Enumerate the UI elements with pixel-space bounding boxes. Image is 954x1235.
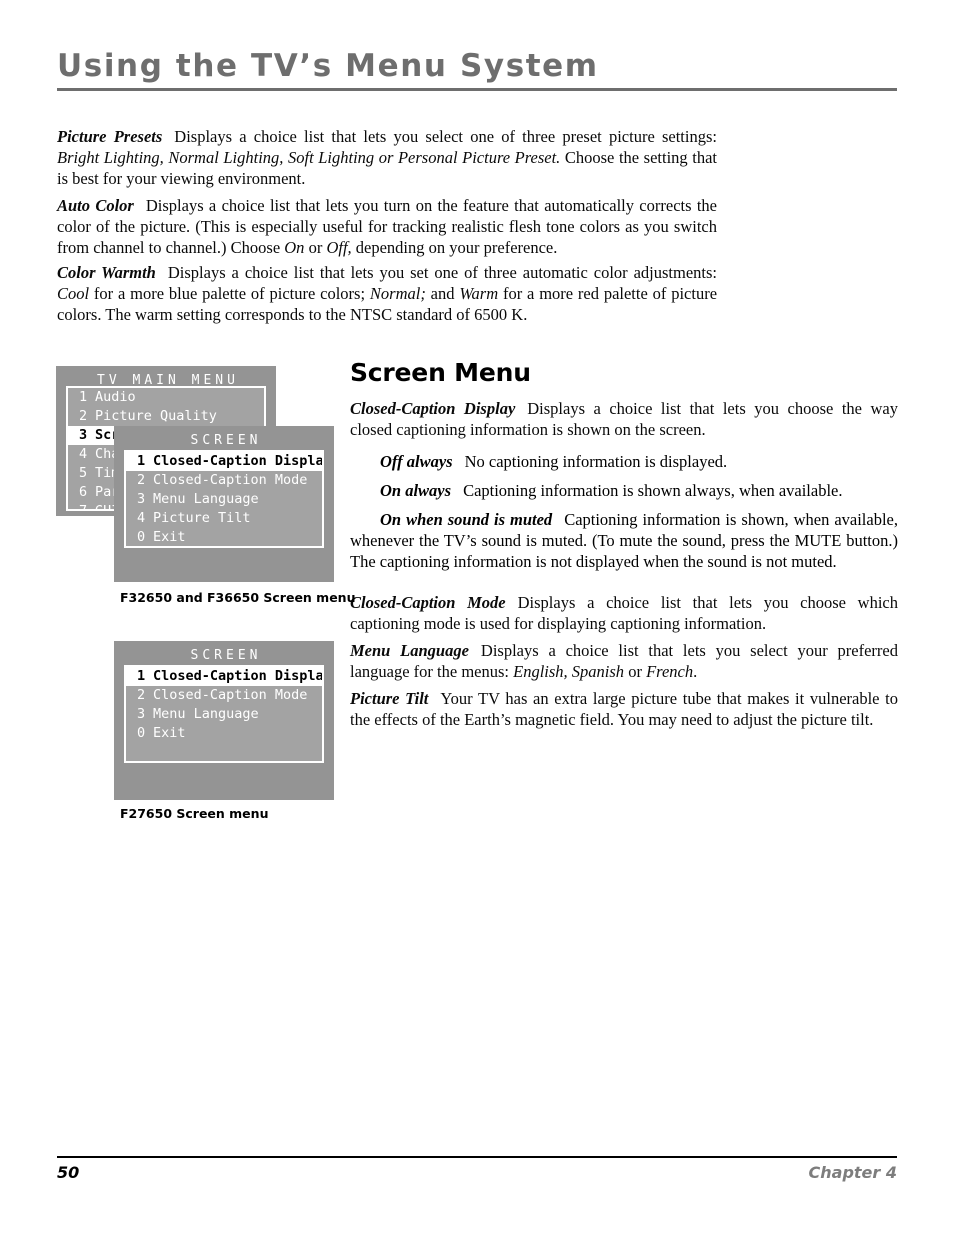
item-label: Picture Tilt xyxy=(153,510,251,526)
paragraph-text: . xyxy=(693,662,698,681)
item-number: 3 xyxy=(137,491,146,507)
screen-menu-item-menu-language[interactable]: 3 Menu Language xyxy=(126,705,322,724)
screen-menu-panel: 1 Closed-Caption Display 2 Closed-Caption … xyxy=(124,450,324,548)
item-number: 2 xyxy=(79,408,88,424)
section-heading-screen-menu: Screen Menu xyxy=(350,358,531,387)
item-number: 3 xyxy=(137,706,146,722)
item-label: Picture Quality xyxy=(95,408,217,424)
term-picture-tilt: Picture Tilt xyxy=(350,689,429,708)
paragraph-closed-caption-display: Closed-Caption Display Displays a choice … xyxy=(350,398,898,440)
item-label: Menu Language xyxy=(153,706,259,722)
paragraph-text: or xyxy=(304,238,327,257)
item-number: 4 xyxy=(79,446,88,462)
term-picture-presets: Picture Presets xyxy=(57,127,163,146)
item-label: Closed-Caption Display xyxy=(153,453,324,469)
term-closed-caption-display: Closed-Caption Display xyxy=(350,399,516,418)
term-on-when-sound-is-muted: On when sound is muted xyxy=(380,510,553,529)
paragraph-italic: Cool xyxy=(57,284,90,303)
paragraph-italic: Bright Lighting, Normal Lighting, Soft L… xyxy=(57,148,561,167)
paragraph-italic: French xyxy=(646,662,694,681)
title-divider xyxy=(57,88,897,91)
screen-menu-item-exit[interactable]: 0 Exit xyxy=(126,724,322,743)
screen-menu-panel-f27650: 1 Closed-Caption Display 2 Closed-Caption … xyxy=(124,665,324,763)
paragraph-picture-presets: Picture Presets Displays a choice list th… xyxy=(57,126,717,189)
screen-menu-heading: SCREEN xyxy=(190,433,262,448)
screen-menu-box-f27650: SCREEN 1 Closed-Caption Display 2 Closed-C… xyxy=(114,641,334,800)
paragraph-italic: Off, xyxy=(326,238,352,257)
subitem-text: Captioning information is shown always, … xyxy=(463,481,843,500)
paragraph-italic: On xyxy=(284,238,305,257)
screen-menu-item-picture-tilt[interactable]: 4 Picture Tilt xyxy=(126,509,322,528)
paragraph-closed-caption-mode: Closed-Caption Mode Displays a choice lis… xyxy=(350,592,898,634)
item-number: 3 xyxy=(79,427,88,443)
paragraph-picture-tilt: Picture Tilt Your TV has an extra large p… xyxy=(350,688,898,730)
paragraph-text: Displays a choice list that lets you set… xyxy=(167,263,717,282)
item-number: 1 xyxy=(137,668,146,684)
paragraph-text: and xyxy=(425,284,460,303)
screen-menu-item-closed-caption-display[interactable]: 1 Closed-Caption Display xyxy=(126,667,322,686)
item-label: Exit xyxy=(153,725,186,741)
paragraph-text: Your TV has an extra large picture tube … xyxy=(350,689,898,729)
paragraph-italic: Normal; xyxy=(369,284,426,303)
figure-caption-f27650: F27650 Screen menu xyxy=(120,806,269,821)
screen-menu-heading-f27650: SCREEN xyxy=(190,648,262,663)
item-number: 5 xyxy=(79,465,88,481)
item-number: 0 xyxy=(137,725,146,741)
screen-menu-item-exit[interactable]: 0 Exit xyxy=(126,528,322,546)
item-label: Closed-Caption Mode xyxy=(153,472,308,488)
term-on-always: On always xyxy=(380,481,452,500)
item-number: 6 xyxy=(79,484,88,500)
footer-divider xyxy=(57,1156,897,1158)
paragraph-color-warmth: Color Warmth Displays a choice list that … xyxy=(57,262,717,325)
item-number: 7 xyxy=(79,503,88,511)
item-label: Exit xyxy=(153,529,186,545)
term-closed-caption-mode: Closed-Caption Mode xyxy=(350,593,506,612)
page-title: Using the TV’s Menu System xyxy=(57,48,599,84)
subitem-on-when-sound-is-muted: On when sound is muted Captioning informa… xyxy=(350,509,898,572)
item-number: 1 xyxy=(79,389,88,405)
paragraph-italic: Warm xyxy=(459,284,499,303)
subitem-text: No captioning information is displayed. xyxy=(464,452,728,471)
footer-page-number: 50 xyxy=(57,1163,80,1182)
subitem-off-always: Off always No captioning information is d… xyxy=(350,451,898,472)
item-label: Audio xyxy=(95,389,136,405)
item-label: Closed-Caption Mode xyxy=(153,687,308,703)
paragraph-text: depending on your preference. xyxy=(351,238,558,257)
tv-main-menu-item-audio[interactable]: 1 Audio xyxy=(68,388,264,407)
item-label: Closed-Caption Display xyxy=(153,668,324,684)
item-label: Menu Language xyxy=(153,491,259,507)
paragraph-menu-language: Menu Language Displays a choice list that… xyxy=(350,640,898,682)
footer-chapter-label: Chapter 4 xyxy=(808,1163,897,1182)
paragraph-italic: English, Spanish xyxy=(513,662,625,681)
screen-menu-box-f32650: SCREEN 1 Closed-Caption Display 2 Closed-C… xyxy=(114,426,334,582)
tv-main-menu-item-picture-quality[interactable]: 2 Picture Quality xyxy=(68,407,264,426)
screen-menu-item-closed-caption-mode[interactable]: 2 Closed-Caption Mode xyxy=(126,686,322,705)
subitem-on-always: On always Captioning information is shown… xyxy=(350,480,898,501)
tv-main-menu-heading: TV MAIN MENU xyxy=(97,373,239,388)
screen-menu-item-closed-caption-mode[interactable]: 2 Closed-Caption Mode xyxy=(126,471,322,490)
screen-menu-item-menu-language[interactable]: 3 Menu Language xyxy=(126,490,322,509)
term-menu-language: Menu Language xyxy=(350,641,469,660)
item-number: 0 xyxy=(137,529,146,545)
paragraph-text: or xyxy=(624,662,647,681)
term-color-warmth: Color Warmth xyxy=(57,263,156,282)
item-number: 4 xyxy=(137,510,146,526)
term-auto-color: Auto Color xyxy=(57,196,134,215)
paragraph-text: for a more blue palette of picture color… xyxy=(89,284,370,303)
screen-menu-item-closed-caption-display[interactable]: 1 Closed-Caption Display xyxy=(126,452,322,471)
item-number: 2 xyxy=(137,472,146,488)
item-number: 1 xyxy=(137,453,146,469)
item-number: 2 xyxy=(137,687,146,703)
term-off-always: Off always xyxy=(380,452,453,471)
figure-caption-f32650: F32650 and F36650 Screen menu xyxy=(120,590,356,605)
paragraph-text: Displays a choice list that lets you sel… xyxy=(174,127,717,146)
paragraph-auto-color: Auto Color Displays a choice list that le… xyxy=(57,195,717,258)
